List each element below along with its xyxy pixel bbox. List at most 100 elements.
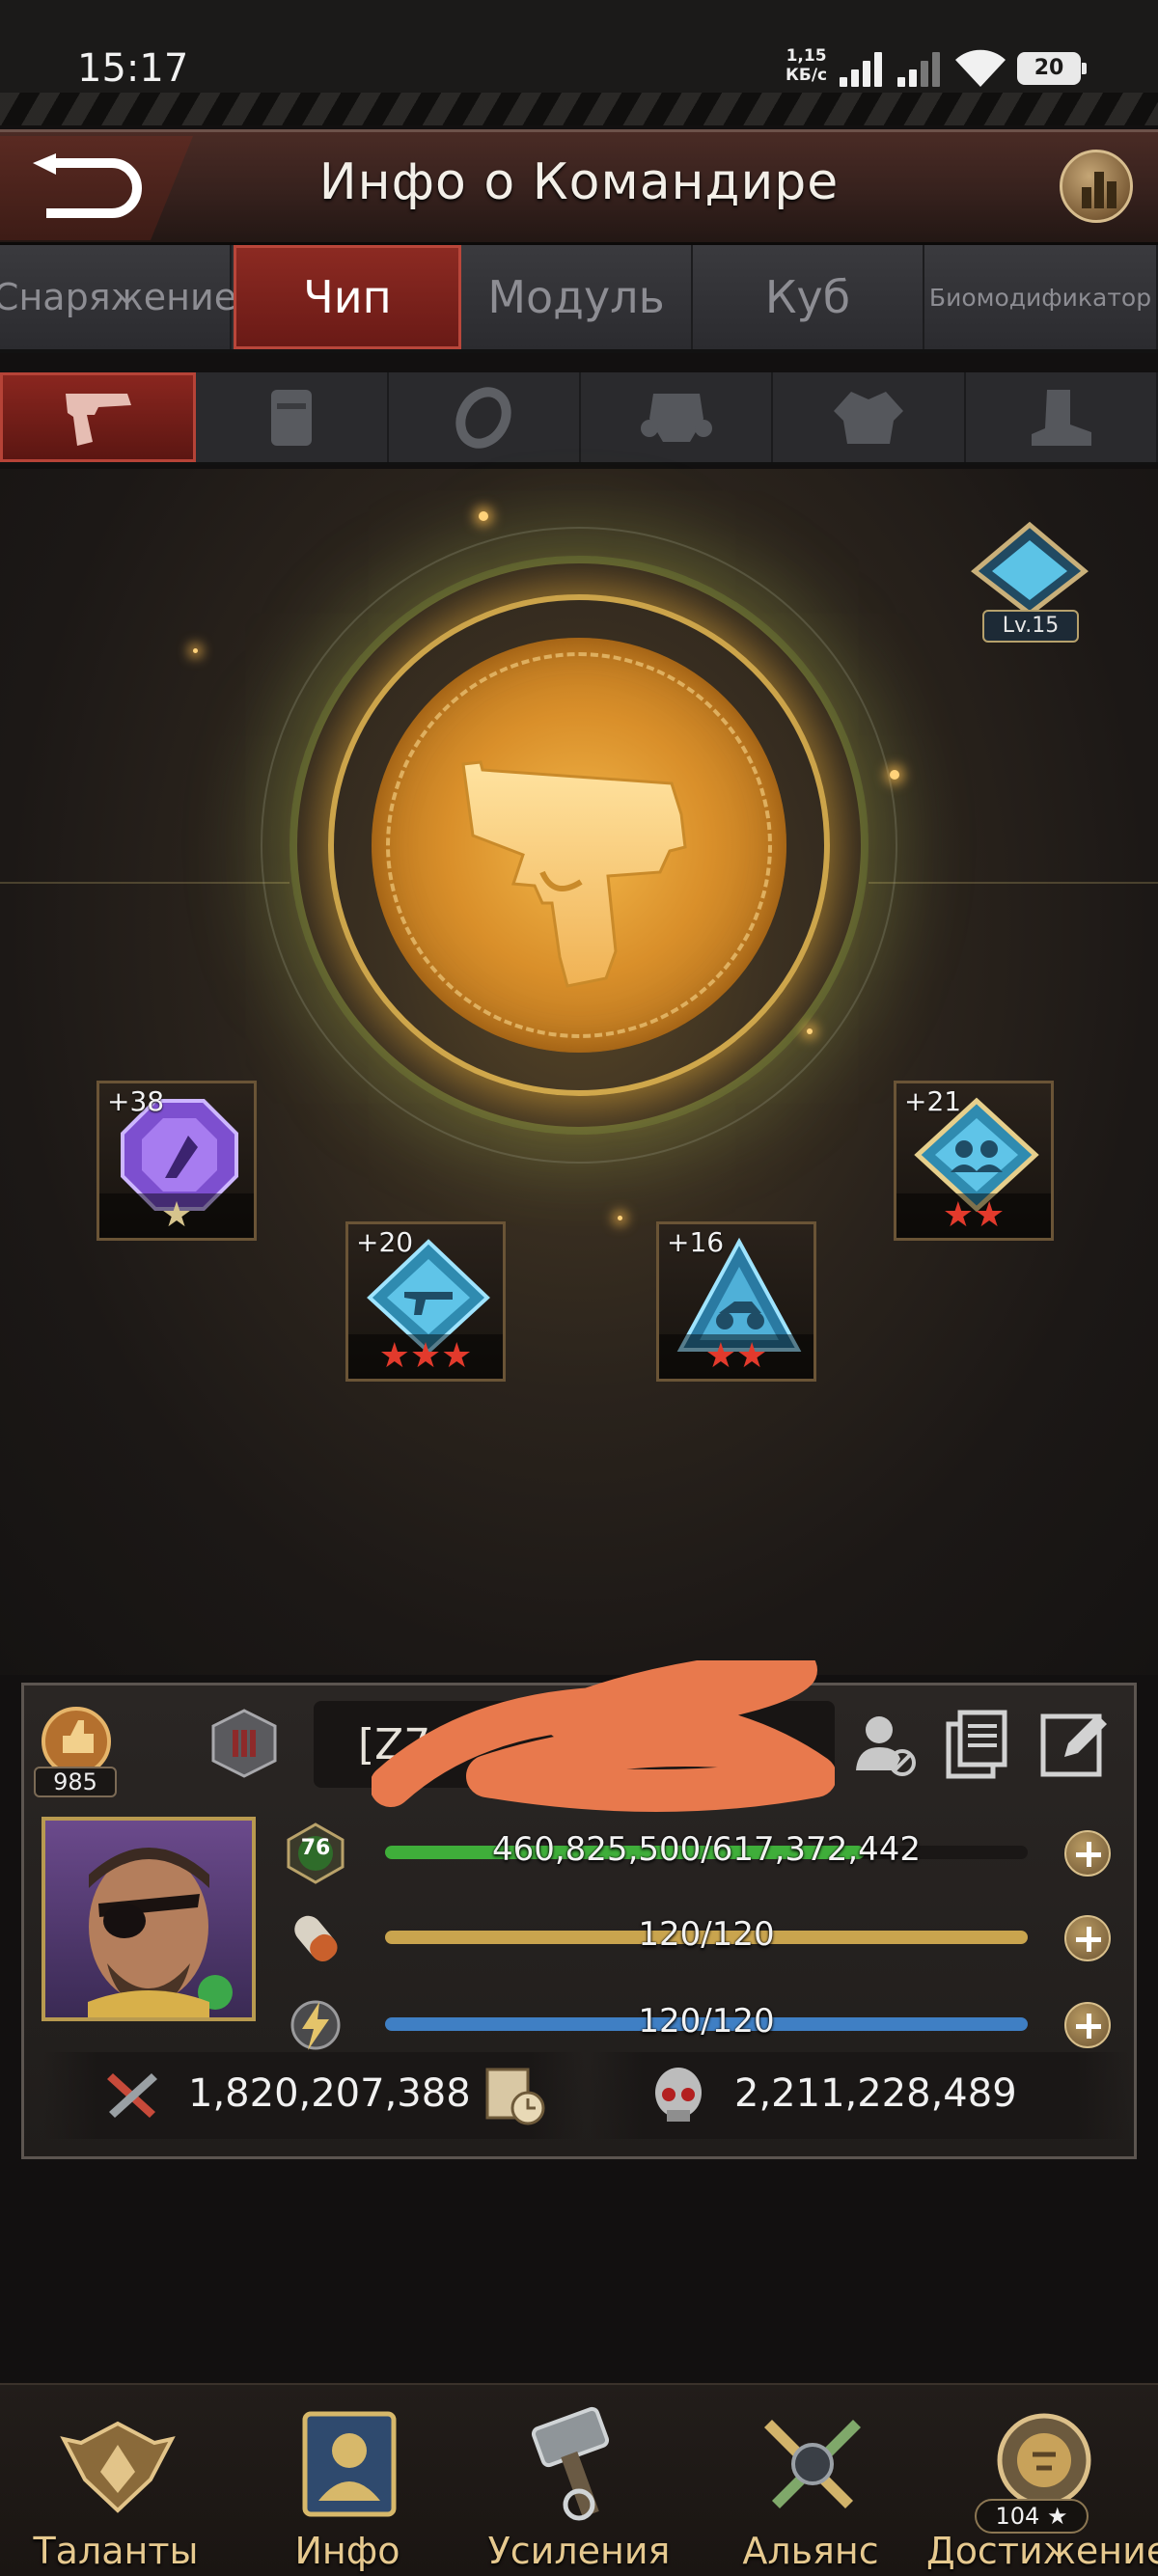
crossed-swords-icon	[764, 2420, 861, 2508]
slot-armor[interactable]	[773, 372, 966, 462]
star-rating: ★★	[942, 1195, 1006, 1235]
tab-biomodifier[interactable]: Биомодификатор	[924, 245, 1158, 349]
commander-portrait	[88, 1848, 233, 2017]
profile-settings-icon[interactable]	[846, 1707, 922, 1782]
kills-box: 2,211,228,489	[590, 2052, 1130, 2139]
chip-slot-3[interactable]: +16 ★★	[656, 1221, 816, 1382]
nav-label: Усиления	[487, 2530, 671, 2572]
nav-talents[interactable]: Таланты	[0, 2385, 232, 2576]
achievement-count-badge: 104 ★	[975, 2499, 1089, 2534]
star-rating: ★★★	[378, 1336, 473, 1376]
stats-button[interactable]	[1060, 150, 1133, 223]
rank-count: 985	[34, 1767, 117, 1797]
chip-stars: ★★★	[348, 1334, 503, 1379]
spark	[890, 770, 899, 780]
chip-slot-1[interactable]: +38 ★	[96, 1081, 257, 1241]
kills-value: 2,211,228,489	[734, 2071, 1017, 2116]
star-rating: ★	[160, 1195, 193, 1235]
star-rating: ★★	[704, 1336, 768, 1376]
page-title: Инфо о Командире	[318, 153, 840, 211]
network-speed-value: 1,15	[786, 46, 827, 66]
exp-row: 76 460,825,500/617,372,442	[265, 1819, 1134, 1886]
power-box: 1,820,207,388	[43, 2052, 584, 2139]
ring-icon	[455, 386, 511, 449]
chip-level-badge: Lv.15	[965, 521, 1094, 646]
spark	[479, 511, 488, 521]
nav-achievements[interactable]: Достижение	[926, 2385, 1158, 2576]
glow-line-left	[0, 882, 290, 884]
chip-bonus: +21	[904, 1085, 962, 1117]
exp-text: 460,825,500/617,372,442	[491, 1830, 922, 1869]
bar-chart-icon	[1082, 172, 1117, 208]
nav-label: Таланты	[33, 2530, 199, 2572]
gear-slot-bar	[0, 372, 1158, 465]
nav-label: Альянс	[742, 2530, 879, 2572]
chip-slot-2[interactable]: +20 ★★★	[345, 1221, 506, 1382]
stamina-text: 120/120	[638, 1915, 775, 1954]
slot-ring[interactable]	[389, 372, 581, 462]
add-exp-button[interactable]	[1064, 1830, 1111, 1877]
hammer-icon	[531, 2406, 610, 2521]
slot-boots[interactable]	[966, 372, 1158, 462]
battery-icon: 20	[1017, 52, 1087, 85]
nav-label: Инфо	[294, 2530, 400, 2572]
vest-icon	[270, 389, 312, 446]
boot-icon	[1032, 389, 1092, 446]
chip-stage: Lv.15 +38 ★ +20 ★★★ +16 ★★ +21 ★★	[0, 469, 1158, 1675]
nav-info[interactable]: Инфо	[232, 2385, 463, 2576]
commander-level: 76	[300, 1836, 331, 1860]
spark	[618, 1216, 622, 1220]
energy-row: 120/120	[265, 1990, 1134, 2058]
chip-stars: ★	[99, 1193, 254, 1238]
chip-bonus: +20	[356, 1226, 414, 1258]
tab-equipment[interactable]: Снаряжение	[0, 245, 236, 349]
add-stamina-button[interactable]	[1064, 1915, 1111, 1961]
tab-cube[interactable]: Куб	[693, 245, 924, 349]
stamina-row: 120/120	[265, 1904, 1134, 1971]
nav-boosts[interactable]: Усиления	[463, 2385, 695, 2576]
skull-helmet-icon	[655, 2068, 702, 2122]
gas-mask-icon	[640, 393, 712, 442]
crossed-guns-icon	[107, 2073, 157, 2118]
spark	[193, 648, 198, 653]
stamina-capsule-icon	[294, 1915, 338, 1962]
signal-icon	[840, 50, 888, 87]
tab-module[interactable]: Модуль	[461, 245, 693, 349]
armor-icon	[833, 391, 903, 444]
slot-vest[interactable]	[196, 372, 389, 462]
golden-pistol-icon	[461, 760, 687, 988]
talent-wings-icon	[60, 2421, 176, 2513]
chip-stars: ★★	[896, 1193, 1051, 1238]
documents-icon[interactable]	[941, 1707, 1016, 1782]
power-details-icon[interactable]	[483, 2064, 547, 2127]
network-speed: 1,15 КБ/с	[786, 46, 827, 85]
slot-weapon[interactable]	[0, 372, 197, 462]
guild-rank-icon[interactable]	[207, 1707, 281, 1780]
info-portrait-icon	[302, 2411, 397, 2517]
signal-icon-2	[897, 50, 946, 87]
wifi-icon	[955, 49, 1006, 87]
main-tabs: Снаряжение Чип Модуль Куб Биомодификатор	[0, 245, 1158, 353]
diamond-badge-icon	[971, 521, 1089, 617]
hazard-stripe	[0, 93, 1158, 125]
status-time: 15:17	[77, 46, 189, 91]
nav-alliance[interactable]: Альянс	[695, 2385, 926, 2576]
energy-bolt-icon	[290, 2000, 341, 2050]
glow-line-right	[868, 882, 1158, 884]
network-speed-unit: КБ/с	[786, 66, 828, 85]
pistol-icon	[65, 393, 131, 446]
spark	[807, 1028, 813, 1034]
tab-chip[interactable]: Чип	[234, 245, 461, 349]
bottom-nav: Таланты Инфо Усиления Альянс Достижение …	[0, 2383, 1158, 2576]
chip-level: Lv.15	[982, 610, 1079, 643]
energy-text: 120/120	[638, 2002, 775, 2041]
power-value: 1,820,207,388	[188, 2071, 471, 2116]
header-bar: Инфо о Командире	[0, 129, 1158, 245]
avatar[interactable]	[41, 1817, 256, 2021]
slot-mask[interactable]	[581, 372, 774, 462]
chip-slot-4[interactable]: +21 ★★	[894, 1081, 1054, 1241]
add-energy-button[interactable]	[1064, 2002, 1111, 2048]
edit-icon[interactable]	[1037, 1707, 1113, 1782]
nav-label: Достижение	[926, 2530, 1158, 2572]
chip-stars: ★★	[659, 1334, 813, 1379]
